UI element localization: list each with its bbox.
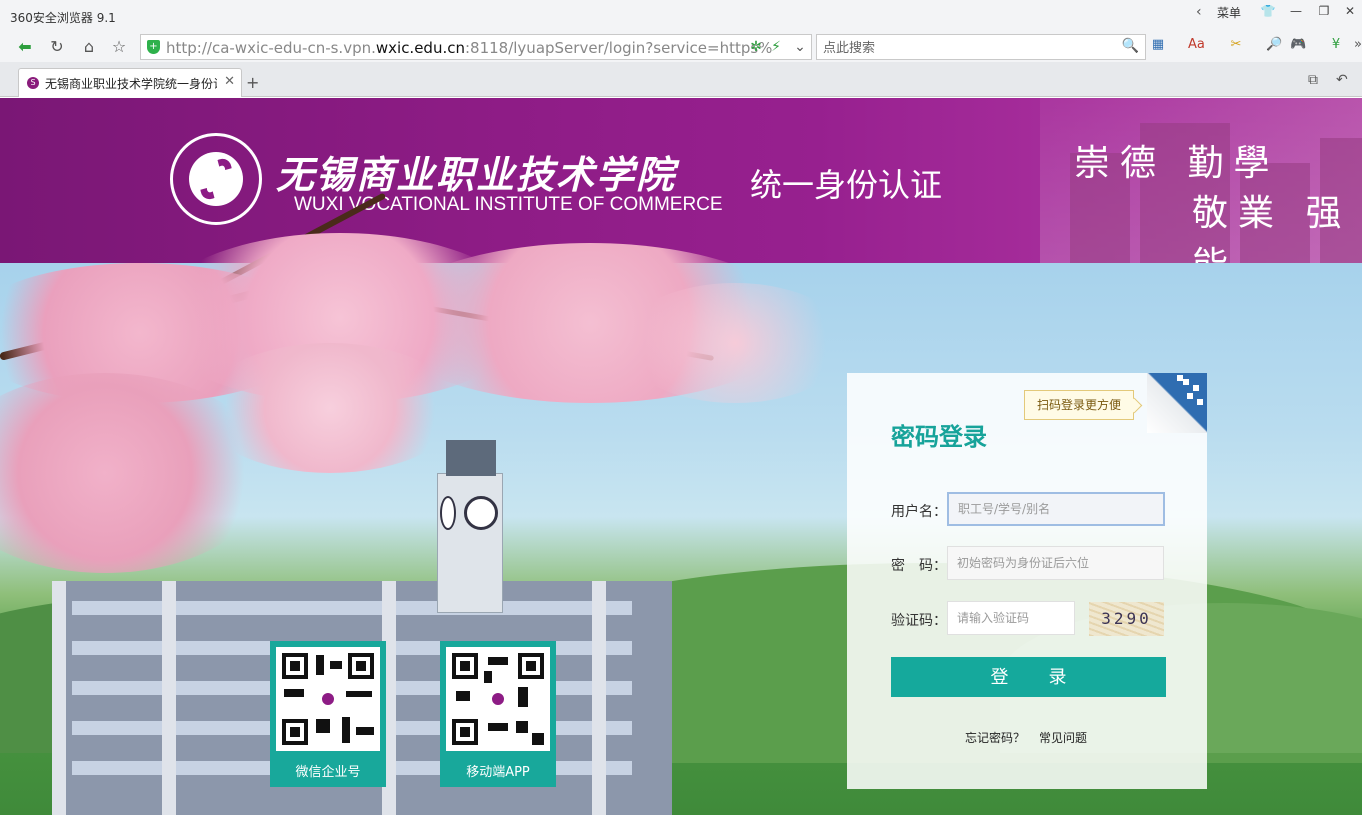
loading-icon: ✲ [750,39,762,55]
school-logo-icon [490,691,506,707]
username-input[interactable] [947,492,1165,526]
minimize-button[interactable]: — [1284,3,1308,19]
dropdown-icon[interactable]: ⌄ [791,39,809,55]
undo-close-icon[interactable]: ↶ [1336,72,1348,88]
wechat-qr-code [276,647,380,751]
money-icon[interactable]: ¥ [1328,37,1344,53]
tab-bar: S 无锡商业职业技术学院统一身份认 ✕ + ⧉ ↶ [0,62,1362,97]
back-button[interactable]: ⬅ [14,36,36,58]
qr-login-tooltip: 扫码登录更方便 [1024,390,1134,420]
close-tab-icon[interactable]: ✕ [224,74,235,89]
captcha-label: 验证码： [891,613,947,629]
browser-app-title: 360安全浏览器 9.1 [10,11,116,25]
captcha-image[interactable]: 3290 [1089,602,1164,636]
app-caption: 移动端APP [466,765,530,780]
close-window-button[interactable]: ✕ [1338,3,1362,19]
password-label: 密 码： [891,558,947,574]
login-panel: 扫码登录更方便 密码登录 用户名： 密 码： 验证码： 3290 登录 忘记密码… [847,373,1207,789]
translate-icon[interactable]: Aa [1188,37,1205,53]
shield-icon: + [147,40,160,54]
tab-title: 无锡商业职业技术学院统一身份认 [45,77,217,91]
skin-icon[interactable]: 👕 [1256,3,1280,19]
lightning-icon[interactable]: ⚡ [767,39,785,55]
wechat-caption: 微信企业号 [295,765,361,780]
screenshot-icon[interactable]: ✂ [1228,37,1244,53]
system-title: 统一身份认证 [750,166,943,204]
qr-login-toggle[interactable] [1147,373,1207,433]
browser-titlebar: 360安全浏览器 9.1 ‹ 菜单 👕 — ❐ ✕ [0,0,1362,32]
app-qr-code [446,647,550,751]
new-tab-button[interactable]: + [246,73,259,92]
maximize-button[interactable]: ❐ [1312,3,1336,19]
address-bar[interactable]: + http://ca-wxic-edu-cn-s.vpn.wxic.edu.c… [140,34,812,60]
browser-menu-button[interactable]: 菜单 [1217,4,1241,21]
search-box[interactable]: 🔍 [816,34,1146,60]
qr-card-app: 移动端APP [440,641,556,787]
game-icon[interactable]: 🎮 [1290,37,1306,53]
forgot-password-link[interactable]: 忘记密码？ [965,729,1025,746]
zoom-icon[interactable]: 🔎 [1266,37,1282,53]
chevron-left-icon[interactable]: ‹ [1196,4,1202,20]
search-icon[interactable]: 🔍 [1122,38,1139,54]
more-icon[interactable]: » [1350,37,1362,53]
tab-login-page[interactable]: S 无锡商业职业技术学院统一身份认 ✕ [18,68,242,97]
motto-line-1: 崇德 勤學 [1074,143,1280,184]
clock-tower [437,440,503,613]
home-button[interactable]: ⌂ [78,36,100,58]
login-title: 密码登录 [891,423,987,451]
reload-button[interactable]: ↻ [46,36,68,58]
address-url[interactable]: http://ca-wxic-edu-cn-s.vpn.wxic.edu.cn:… [166,39,772,57]
school-logo [170,133,262,225]
qr-card-wechat: 微信企业号 [270,641,386,787]
page-content: 无锡商业职业技术学院 WUXI VOCATIONAL INSTITUTE OF … [0,98,1362,815]
faq-link[interactable]: 常见问题 [1039,729,1087,746]
tab-restore-icon[interactable]: ⧉ [1308,72,1318,88]
apps-icon[interactable]: ▦ [1150,37,1166,53]
username-label: 用户名： [891,504,947,520]
bookmark-star-button[interactable]: ☆ [108,36,130,58]
school-name-cn: 无锡商业职业技术学院 [276,152,677,197]
school-logo-icon [320,691,336,707]
header-banner: 无锡商业职业技术学院 WUXI VOCATIONAL INSTITUTE OF … [0,98,1362,286]
captcha-input[interactable] [947,601,1075,635]
login-button[interactable]: 登录 [891,657,1166,697]
password-input[interactable] [947,546,1164,580]
search-input[interactable] [823,38,1123,56]
school-favicon-icon: S [27,77,39,89]
